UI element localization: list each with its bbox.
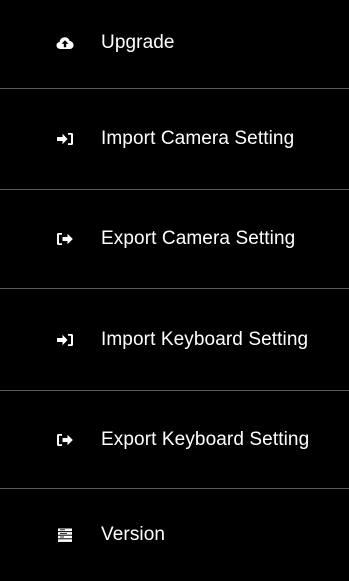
menu-item-export-keyboard-setting[interactable]: Export Keyboard Setting: [0, 391, 349, 488]
menu-item-label: Version: [101, 524, 166, 545]
menu-item-label: Upgrade: [101, 31, 175, 53]
menu-item-import-camera-setting[interactable]: Import Camera Setting: [0, 89, 349, 189]
menu-item-upgrade[interactable]: Upgrade: [0, 0, 349, 85]
list-icon: [55, 525, 75, 545]
sign-out-icon: [55, 430, 75, 450]
menu-item-label: Import Keyboard Setting: [101, 328, 309, 350]
menu-item-import-keyboard-setting[interactable]: Import Keyboard Setting: [0, 289, 349, 390]
menu-item-label: Export Camera Setting: [101, 228, 296, 249]
sign-in-icon: [55, 129, 75, 149]
cloud-upload-icon: [55, 33, 75, 53]
settings-menu: Upgrade Import Camera Setting Export Cam…: [0, 0, 349, 581]
sign-in-icon: [55, 330, 75, 350]
menu-item-export-camera-setting[interactable]: Export Camera Setting: [0, 190, 349, 288]
sign-out-icon: [55, 229, 75, 249]
menu-item-label: Export Keyboard Setting: [101, 428, 310, 450]
menu-item-version[interactable]: Version: [0, 489, 349, 581]
menu-item-label: Import Camera Setting: [101, 128, 295, 149]
